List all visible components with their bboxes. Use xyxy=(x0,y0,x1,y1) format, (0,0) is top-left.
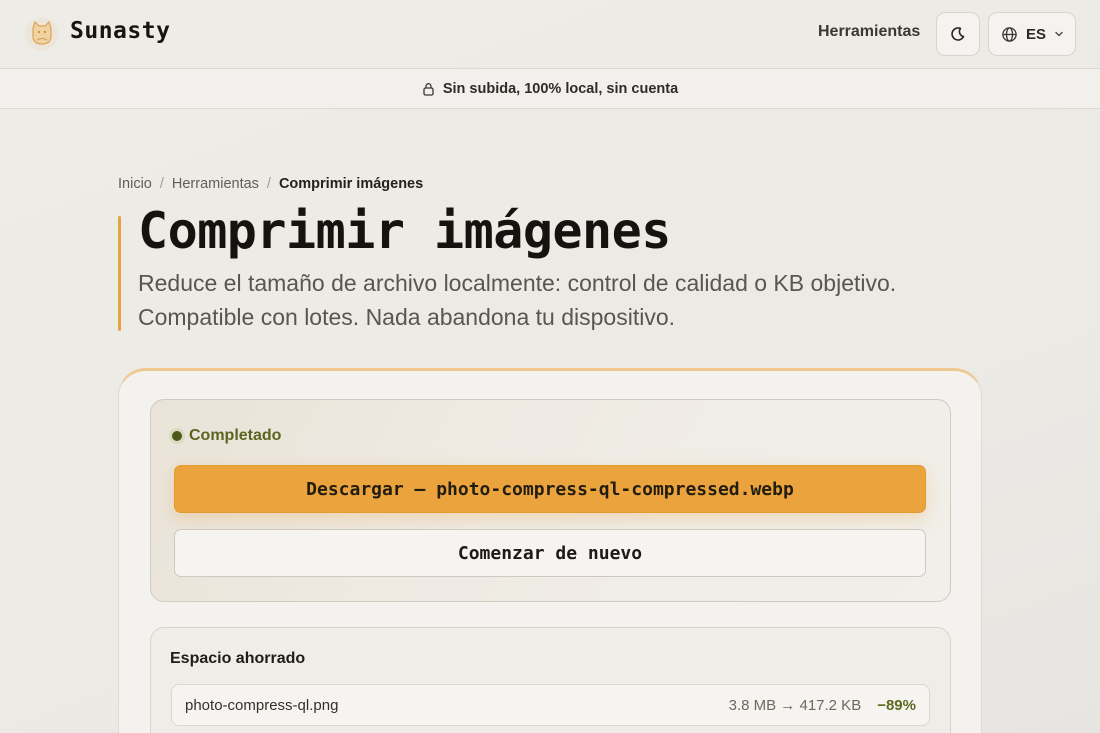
lock-icon xyxy=(423,82,434,96)
language-code: ES xyxy=(1026,25,1047,43)
brand-name[interactable]: Sunasty xyxy=(70,18,170,44)
moon-icon xyxy=(951,27,965,41)
title-accent-bar xyxy=(118,216,121,331)
file-row: photo-compress-ql.png 3.8 MB → 417.2 KB … xyxy=(171,684,930,726)
page-subtitle: Reduce el tamaño de archivo localmente: … xyxy=(138,270,897,330)
breadcrumb-separator: / xyxy=(159,176,164,192)
cat-logo-icon xyxy=(32,20,52,45)
status-dot-icon xyxy=(172,431,182,441)
globe-icon xyxy=(1002,26,1017,42)
privacy-banner: Sin subida, 100% local, sin cuenta xyxy=(0,68,1100,109)
status-indicator: Completado xyxy=(172,427,281,445)
page-title: Comprimir imágenes xyxy=(138,202,671,260)
status-text: Completado xyxy=(189,427,282,444)
file-sizes: 3.8 MB → 417.2 KB xyxy=(728,696,862,714)
breadcrumb-home[interactable]: Inicio xyxy=(118,176,152,192)
theme-toggle-button[interactable] xyxy=(936,12,980,56)
banner-text: Sin subida, 100% local, sin cuenta xyxy=(442,80,679,97)
download-button[interactable]: Descargar — photo-compress-ql-compressed… xyxy=(174,465,926,513)
logo[interactable] xyxy=(24,16,60,52)
breadcrumb-tools[interactable]: Herramientas xyxy=(172,176,259,192)
breadcrumb: Inicio / Herramientas / Comprimir imágen… xyxy=(118,176,423,192)
breadcrumb-separator: / xyxy=(266,176,271,192)
breadcrumb-current: Comprimir imágenes xyxy=(278,176,424,192)
top-header: Sunasty Herramientas ES xyxy=(0,0,1100,68)
nav-link-tools[interactable]: Herramientas xyxy=(818,23,920,41)
file-name: photo-compress-ql.png xyxy=(185,696,339,714)
language-selector[interactable]: ES xyxy=(988,12,1076,56)
savings-title: Espacio ahorrado xyxy=(170,650,306,667)
file-reduction-percent: −89% xyxy=(877,696,916,714)
chevron-down-icon xyxy=(1055,31,1063,37)
start-over-button[interactable]: Comenzar de nuevo xyxy=(174,529,926,577)
